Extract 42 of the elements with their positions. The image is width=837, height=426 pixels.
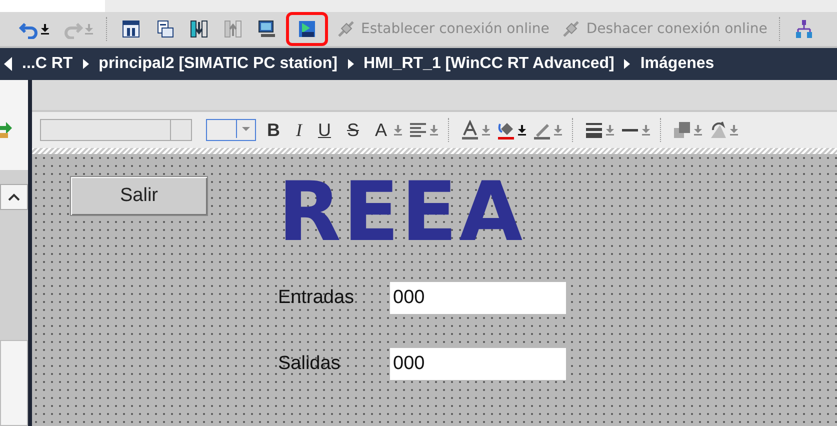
font-name-field[interactable] <box>40 119 192 141</box>
monitor-icon <box>257 19 277 39</box>
highlighted-toolbar-button[interactable] <box>286 12 328 46</box>
line-width-icon[interactable] <box>584 120 604 140</box>
format-button[interactable]: S <box>342 120 364 140</box>
io-field[interactable]: 000 <box>390 282 566 314</box>
dropdown-arrow-icon[interactable] <box>41 23 49 35</box>
rotate-icon[interactable] <box>708 120 728 140</box>
arrow-icon[interactable] <box>0 122 12 138</box>
dropdown-arrow-icon[interactable] <box>518 124 526 136</box>
paint-bucket-icon[interactable] <box>496 120 516 140</box>
breadcrumb-item[interactable]: ...C RT <box>22 55 73 73</box>
runtime-icon <box>297 19 317 39</box>
format-button[interactable]: U <box>313 120 336 140</box>
chevron-right-icon <box>624 59 630 69</box>
field-label: Salidas <box>278 353 342 375</box>
scroll-up-button[interactable] <box>0 184 28 210</box>
format-button[interactable]: B <box>262 120 285 140</box>
io-field[interactable]: 000 <box>390 348 566 380</box>
breadcrumb-item[interactable]: Imágenes <box>640 55 714 73</box>
document-icon <box>155 19 175 39</box>
plug-icon <box>336 19 356 39</box>
format-button[interactable]: A <box>370 120 392 140</box>
upload-icon <box>223 19 243 39</box>
chevron-right-icon <box>82 59 89 69</box>
breadcrumb-item[interactable]: HMI_RT_1 [WinCC RT Advanced] <box>364 55 614 73</box>
chevron-up-icon <box>8 193 20 201</box>
network-icon <box>794 19 814 39</box>
field-label: Entradas <box>278 287 356 309</box>
align-left-icon[interactable] <box>408 120 428 140</box>
grid-window-icon <box>121 19 141 39</box>
exit-button[interactable]: Salir <box>70 176 208 216</box>
font-color-icon[interactable] <box>460 120 480 140</box>
layers-icon[interactable] <box>672 120 692 140</box>
format-button[interactable]: I <box>291 120 307 140</box>
screen-title: REEA <box>278 172 525 254</box>
scroll-left-icon[interactable] <box>4 57 12 71</box>
font-size-dropdown[interactable] <box>206 119 256 141</box>
download-icon <box>189 19 209 39</box>
breadcrumb-item[interactable]: principal2 [SIMATIC PC station] <box>98 55 338 73</box>
chevron-right-icon <box>348 59 354 69</box>
plug-icon <box>561 19 582 39</box>
